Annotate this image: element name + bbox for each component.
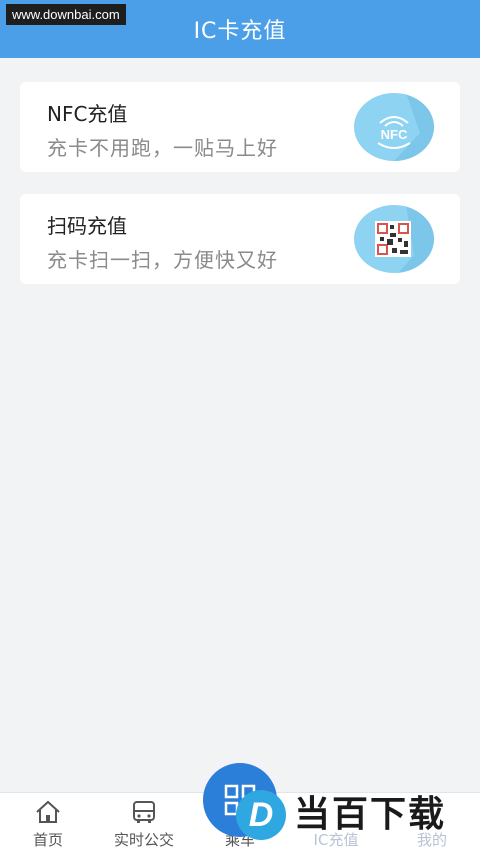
card-subtitle: 充卡不用跑，一贴马上好 <box>47 136 278 160</box>
site-logo-overlay: D 当百下载 <box>236 774 480 853</box>
qr-code-icon <box>354 205 434 273</box>
logo-mark: D <box>236 790 286 840</box>
home-icon <box>36 800 60 823</box>
logo-text: 当百下载 <box>294 794 447 835</box>
tab-label: 实时公交 <box>113 831 174 849</box>
nfc-icon: NFC <box>354 93 434 161</box>
nfc-recharge-card[interactable]: NFC充值 充卡不用跑，一贴马上好 NFC <box>20 82 460 172</box>
tab-home[interactable]: 首页 <box>0 793 96 853</box>
tab-label: 首页 <box>32 831 63 849</box>
card-title: NFC充值 <box>47 102 128 126</box>
page-title: IC卡充值 <box>193 19 287 44</box>
watermark-text: www.downbai.com <box>6 4 126 25</box>
bus-icon <box>133 801 155 823</box>
card-title: 扫码充值 <box>47 214 127 238</box>
qr-recharge-card[interactable]: 扫码充值 充卡扫一扫，方便快又好 <box>20 194 460 284</box>
tab-realtime-bus[interactable]: 实时公交 <box>96 793 192 853</box>
card-subtitle: 充卡扫一扫，方便快又好 <box>47 248 278 272</box>
nfc-icon-label: NFC <box>380 127 408 142</box>
